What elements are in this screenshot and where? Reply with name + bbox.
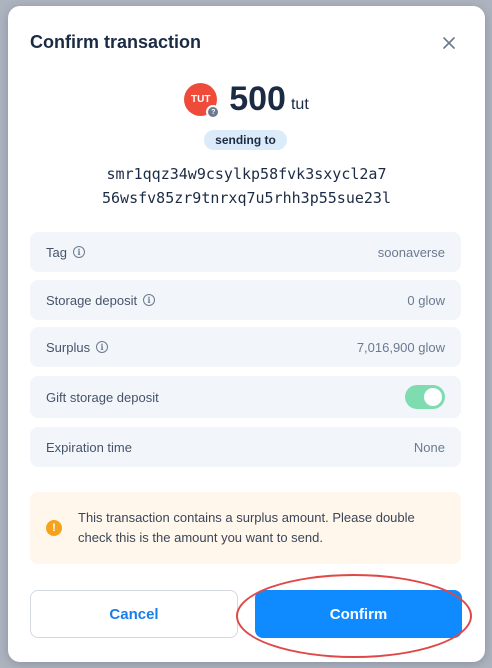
detail-row-expiration-time: Expiration time None bbox=[30, 427, 461, 467]
detail-row-tag: Tag i soonaverse bbox=[30, 232, 461, 272]
sending-to-badge: sending to bbox=[204, 130, 287, 150]
confirm-button[interactable]: Confirm bbox=[255, 590, 462, 638]
surplus-value: 7,016,900 glow bbox=[356, 339, 445, 355]
storage-deposit-label: Storage deposit bbox=[46, 292, 138, 308]
close-button[interactable] bbox=[438, 32, 460, 54]
detail-row-storage-deposit: Storage deposit i 0 glow bbox=[30, 280, 461, 320]
info-icon[interactable]: i bbox=[143, 294, 156, 306]
info-icon[interactable]: i bbox=[72, 246, 85, 258]
recipient-address: smr1qqz34w9csylkp58fvk3sxycl2a7 56wsfv85… bbox=[8, 162, 485, 210]
surplus-warning: ! This transaction contains a surplus am… bbox=[30, 492, 461, 564]
amount-unit: tut bbox=[290, 96, 309, 113]
toggle-knob bbox=[424, 388, 442, 406]
token-symbol: TUT bbox=[191, 94, 211, 105]
tag-label: Tag bbox=[46, 244, 67, 260]
detail-row-gift-storage-deposit: Gift storage deposit bbox=[30, 376, 461, 418]
dialog-title: Confirm transaction bbox=[30, 32, 202, 52]
expiration-time-value: None bbox=[413, 439, 445, 455]
warning-text: This transaction contains a surplus amou… bbox=[78, 510, 415, 545]
gift-storage-deposit-label: Gift storage deposit bbox=[46, 389, 159, 405]
tag-value: soonaverse bbox=[377, 244, 445, 260]
address-line-1: smr1qqz34w9csylkp58fvk3sxycl2a7 bbox=[106, 165, 387, 183]
surplus-label: Surplus bbox=[46, 339, 91, 355]
amount-value: 500 bbox=[229, 80, 286, 118]
address-line-2: 56wsfv85zr9tnrxq7u5rhh3p55sue23l bbox=[102, 189, 391, 207]
detail-row-surplus: Surplus i 7,016,900 glow bbox=[30, 327, 461, 367]
confirm-transaction-dialog: Confirm transaction TUT ? 500 tut sendin… bbox=[8, 6, 485, 662]
close-icon bbox=[443, 37, 455, 49]
storage-deposit-value: 0 glow bbox=[407, 292, 445, 308]
warning-icon: ! bbox=[46, 520, 62, 536]
gift-storage-deposit-toggle[interactable] bbox=[405, 385, 445, 409]
token-badge-icon: ? bbox=[206, 105, 221, 119]
cancel-button[interactable]: Cancel bbox=[30, 590, 238, 638]
expiration-time-label: Expiration time bbox=[46, 439, 132, 455]
amount-summary: TUT ? 500 tut bbox=[8, 80, 485, 119]
info-icon[interactable]: i bbox=[96, 341, 109, 353]
token-icon: TUT ? bbox=[184, 83, 221, 119]
